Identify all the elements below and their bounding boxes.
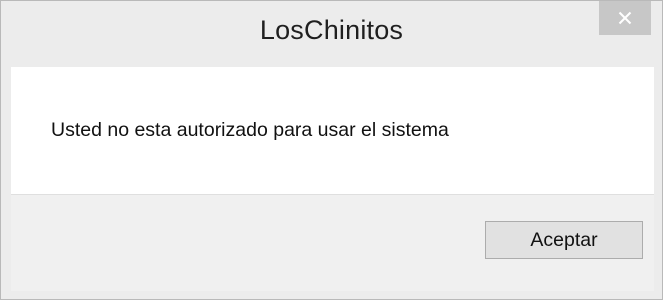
window-title: LosChinitos — [259, 15, 404, 45]
dialog-message: Usted no esta autorizado para usar el si… — [51, 119, 449, 141]
button-area: Aceptar — [11, 194, 654, 291]
accept-button[interactable]: Aceptar — [485, 221, 643, 259]
title-bar[interactable]: LosChinitos — [1, 1, 662, 67]
message-area: Usted no esta autorizado para usar el si… — [11, 67, 654, 194]
close-icon — [618, 11, 632, 25]
dialog-window: LosChinitos Usted no esta autorizado par… — [0, 0, 663, 300]
close-button[interactable] — [599, 1, 651, 35]
